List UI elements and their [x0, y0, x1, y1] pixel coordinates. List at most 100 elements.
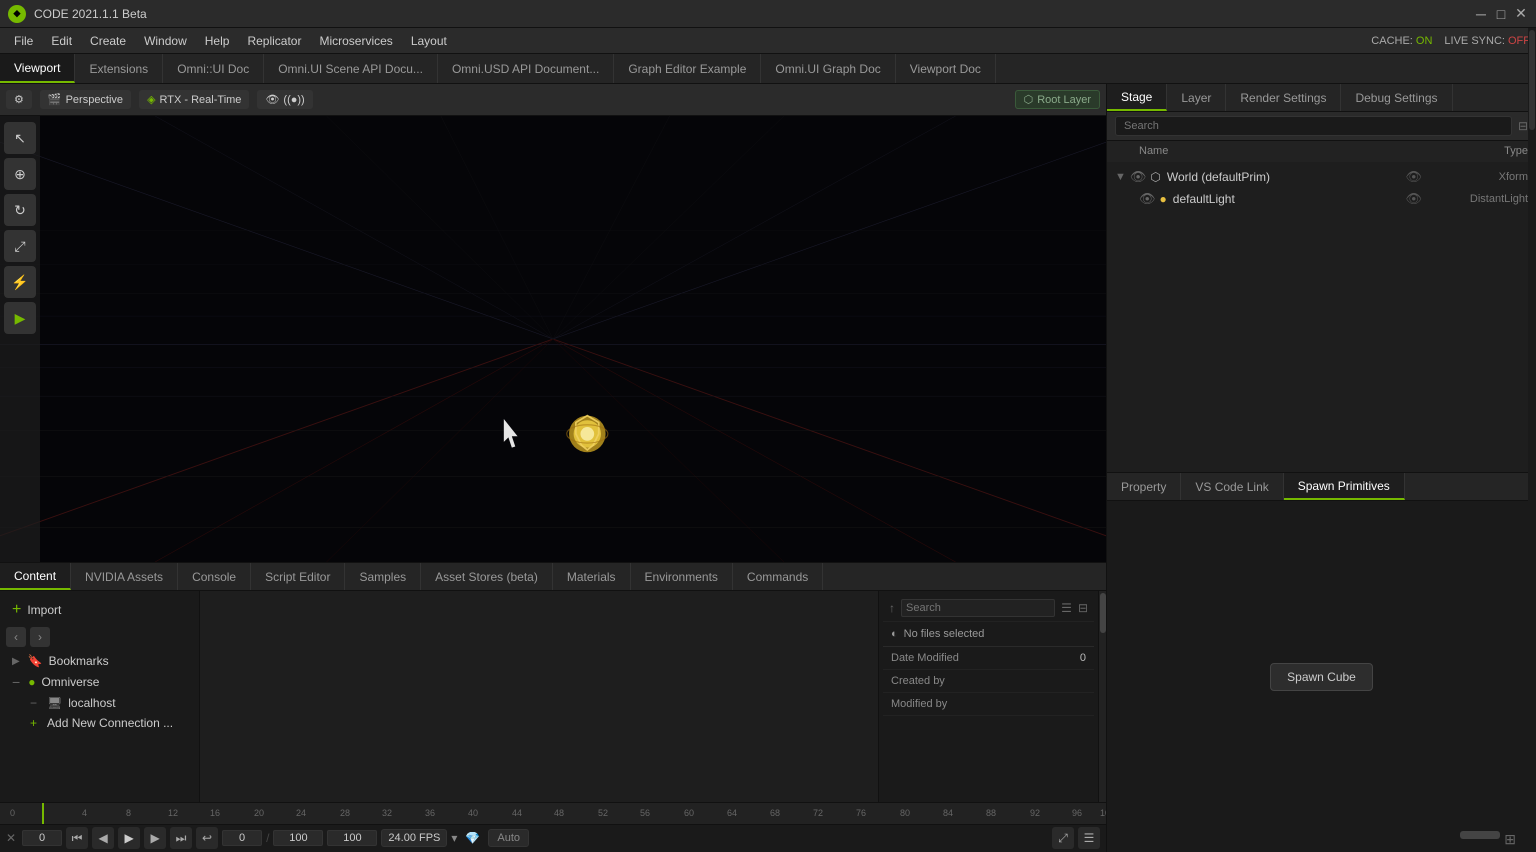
timeline-current-input[interactable]: [222, 830, 262, 846]
maximize-button[interactable]: □: [1494, 7, 1508, 21]
world-visibility-icon[interactable]: 👁: [1130, 169, 1147, 185]
tab-asset-stores[interactable]: Asset Stores (beta): [421, 563, 553, 590]
menu-icon[interactable]: ☰: [1061, 601, 1072, 615]
spawn-cube-button[interactable]: Spawn Cube: [1270, 663, 1373, 691]
menu-file[interactable]: File: [6, 32, 41, 50]
play-pause-button[interactable]: ▶: [118, 827, 140, 849]
tab-materials[interactable]: Materials: [553, 563, 631, 590]
tab-stage[interactable]: Stage: [1107, 84, 1167, 111]
keyframe-icon[interactable]: 💎: [465, 831, 480, 845]
settings-button[interactable]: ⚙: [6, 90, 32, 109]
ruler-mark-40: 40: [468, 808, 478, 818]
step-back-button[interactable]: ◀: [92, 827, 114, 849]
back-button[interactable]: ‹: [6, 627, 26, 647]
light-visibility2-icon[interactable]: 👁: [1405, 191, 1422, 207]
tab-viewport-doc[interactable]: Viewport Doc: [896, 54, 996, 83]
menu-create[interactable]: Create: [82, 32, 134, 50]
transform-tool[interactable]: ⊕: [4, 158, 36, 190]
timeline-end-input[interactable]: [273, 830, 323, 846]
menu-help[interactable]: Help: [197, 32, 238, 50]
tab-viewport[interactable]: Viewport: [0, 54, 75, 83]
menu-window[interactable]: Window: [136, 32, 195, 50]
rtx-icon: ◈: [147, 93, 155, 106]
tab-usd-api[interactable]: Omni.USD API Document...: [438, 54, 614, 83]
stage-tree-header: Name Type: [1107, 141, 1536, 162]
name-col-header: Name: [1139, 145, 1410, 157]
play-button[interactable]: ▶: [4, 302, 36, 334]
add-connection-button[interactable]: + Add New Connection ...: [6, 713, 193, 733]
scale-tool[interactable]: ⤢: [4, 230, 36, 262]
sidebar-omniverse[interactable]: − ● Omniverse: [6, 671, 193, 693]
timeline-playhead[interactable]: [42, 803, 44, 824]
fps-dropdown-icon[interactable]: ▾: [451, 831, 457, 845]
skip-end-button[interactable]: ⏭: [170, 827, 192, 849]
world-visibility2-icon[interactable]: 👁: [1405, 169, 1422, 185]
tab-nvidia-assets[interactable]: NVIDIA Assets: [71, 563, 178, 590]
tab-graph-editor[interactable]: Graph Editor Example: [614, 54, 761, 83]
tab-samples[interactable]: Samples: [345, 563, 421, 590]
tab-render-settings[interactable]: Render Settings: [1226, 84, 1341, 111]
camera-button[interactable]: 🎬 Perspective: [40, 90, 131, 109]
tab-debug-settings[interactable]: Debug Settings: [1341, 84, 1452, 111]
omniverse-icon: ●: [28, 675, 35, 689]
import-button[interactable]: + Import: [6, 597, 193, 623]
tab-graph-doc[interactable]: Omni.UI Graph Doc: [761, 54, 895, 83]
rotate-tool[interactable]: ↻: [4, 194, 36, 226]
camera-icon: 🎬: [48, 93, 62, 106]
tab-console[interactable]: Console: [178, 563, 251, 590]
renderer-button[interactable]: ◈ RTX - Real-Time: [139, 90, 249, 109]
renderer-label: RTX - Real-Time: [160, 94, 242, 106]
tab-script-editor[interactable]: Script Editor: [251, 563, 345, 590]
streaming-button[interactable]: 👁 ((●)): [257, 90, 312, 109]
viewport-canvas[interactable]: Y Z X ↖ ⊕ ↻ ⤢ ⚡ ▶: [0, 116, 1106, 562]
filter-icon[interactable]: ⊟: [1078, 601, 1088, 615]
add-connection-label: Add New Connection ...: [47, 716, 173, 730]
stage-item-world[interactable]: ▼ 👁 ⬡ World (defaultPrim) 👁 Xform: [1107, 166, 1536, 188]
timeline-close-icon[interactable]: ✕: [6, 831, 16, 845]
spawn-primitives-content: Spawn Cube: [1107, 501, 1536, 852]
tab-layer[interactable]: Layer: [1167, 84, 1226, 111]
window-controls: ─ □ ✕: [1474, 7, 1528, 21]
stage-search-input[interactable]: [1115, 116, 1512, 136]
menu-layout[interactable]: Layout: [403, 32, 455, 50]
skip-start-button[interactable]: ⏮: [66, 827, 88, 849]
tab-omni-ui-doc[interactable]: Omni::UI Doc: [163, 54, 264, 83]
tab-commands[interactable]: Commands: [733, 563, 823, 590]
snap-tool[interactable]: ⚡: [4, 266, 36, 298]
tab-spawn-primitives[interactable]: Spawn Primitives: [1284, 473, 1405, 500]
menu-microservices[interactable]: Microservices: [311, 32, 400, 50]
root-layer-label: Root Layer: [1037, 94, 1091, 106]
sidebar-bookmarks[interactable]: ▶ 🔖 Bookmarks: [6, 651, 193, 671]
close-button[interactable]: ✕: [1514, 7, 1528, 21]
auto-key-display[interactable]: Auto: [488, 829, 529, 847]
timeline-start-input[interactable]: [22, 830, 62, 846]
fps-display[interactable]: 24.00 FPS: [381, 829, 447, 847]
tab-content[interactable]: Content: [0, 563, 71, 590]
minimize-button[interactable]: ─: [1474, 7, 1488, 21]
forward-button[interactable]: ›: [30, 627, 50, 647]
select-tool[interactable]: ↖: [4, 122, 36, 154]
content-search-input[interactable]: [901, 599, 1055, 617]
step-forward-button[interactable]: ▶: [144, 827, 166, 849]
light-visibility-icon[interactable]: 👁: [1139, 191, 1156, 207]
root-layer-badge[interactable]: ⬡ Root Layer: [1015, 90, 1100, 109]
ruler-mark-64: 64: [727, 808, 737, 818]
no-files-status: ◐ No files selected: [883, 622, 1094, 647]
layers-icon: ⬡: [1024, 93, 1034, 106]
stage-item-light[interactable]: 👁 ● defaultLight 👁 DistantLight: [1107, 188, 1536, 210]
tab-property[interactable]: Property: [1107, 473, 1181, 500]
sidebar-localhost[interactable]: − 🖥 localhost: [6, 693, 193, 713]
content-scrollbar[interactable]: [1098, 591, 1106, 802]
timeline-menu-button[interactable]: ☰: [1078, 827, 1100, 849]
tab-vs-code-link[interactable]: VS Code Link: [1181, 473, 1283, 500]
timeline-end2-input[interactable]: [327, 830, 377, 846]
tab-environments[interactable]: Environments: [631, 563, 733, 590]
tab-scene-api[interactable]: Omni.UI Scene API Docu...: [264, 54, 438, 83]
timeline-fullscreen-button[interactable]: ⤢: [1052, 827, 1074, 849]
menu-replicator[interactable]: Replicator: [239, 32, 309, 50]
stage-filter-icon[interactable]: ⊟: [1518, 119, 1528, 133]
world-node-icon: ⬡: [1150, 170, 1160, 184]
loop-button[interactable]: ↩: [196, 827, 218, 849]
menu-edit[interactable]: Edit: [43, 32, 80, 50]
tab-extensions[interactable]: Extensions: [75, 54, 163, 83]
